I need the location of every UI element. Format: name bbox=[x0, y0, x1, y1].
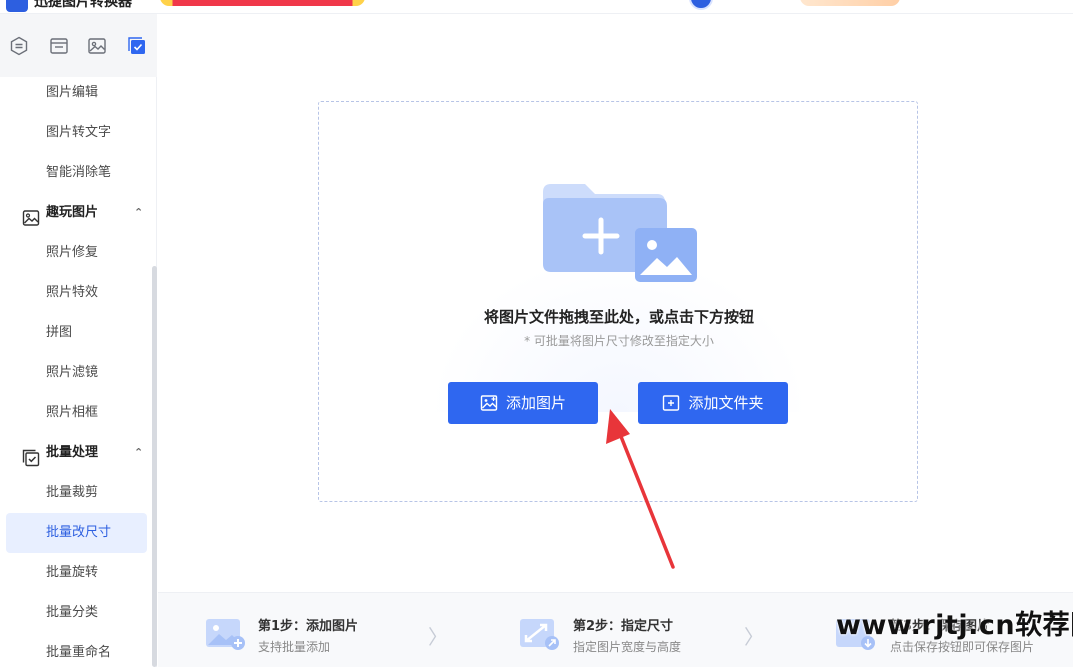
chevron-up-icon[interactable]: ⌃ bbox=[134, 433, 143, 473]
sidebar-item-image-edit[interactable]: 图片编辑 bbox=[6, 73, 147, 113]
sidebar-item-batch-rotate[interactable]: 批量旋转 bbox=[6, 553, 147, 593]
step-1-title: 第1步：添加图片 bbox=[258, 619, 359, 634]
chevron-right-icon: 〉 bbox=[428, 625, 448, 649]
step-set-size-icon bbox=[520, 619, 559, 650]
window-icon[interactable] bbox=[49, 36, 69, 56]
chevron-up-icon[interactable]: ⌃ bbox=[134, 193, 143, 233]
sidebar-item-image-to-text[interactable]: 图片转文字 bbox=[6, 113, 147, 153]
sidebar-item-smart-eraser[interactable]: 智能消除笔 bbox=[6, 153, 147, 193]
main-area: 将图片文件拖拽至此处，或点击下方按钮 * 可批量将图片尺寸修改至指定大小 添加图… bbox=[158, 14, 1073, 667]
step-2-desc: 指定图片宽度与高度 bbox=[573, 640, 682, 654]
sidebar-item-batch-crop[interactable]: 批量裁剪 bbox=[6, 473, 147, 513]
chevron-right-icon: 〉 bbox=[744, 625, 764, 649]
folder-add-image-icon bbox=[543, 184, 697, 282]
convert-icon[interactable] bbox=[9, 36, 29, 56]
app-title: 迅捷图片转换器 bbox=[34, 0, 132, 10]
batch-process-icon bbox=[22, 444, 40, 467]
top-bar: 迅捷图片转换器 bbox=[0, 0, 1073, 14]
annotation-arrow bbox=[606, 409, 675, 569]
step-add-image-icon bbox=[206, 619, 245, 650]
sidebar: 图片编辑 图片转文字 智能消除笔 趣玩图片 ⌃ 照片修复 照片特效 拼图 照片滤… bbox=[0, 14, 157, 667]
add-folder-label: 添加文件夹 bbox=[688, 394, 764, 412]
image-icon[interactable] bbox=[87, 36, 107, 56]
batch-active-icon[interactable] bbox=[127, 36, 147, 56]
fun-images-icon bbox=[22, 204, 40, 226]
sidebar-tool-row bbox=[0, 14, 157, 77]
sidebar-group-fun-images[interactable]: 趣玩图片 ⌃ bbox=[6, 193, 147, 233]
sidebar-item-photo-frame[interactable]: 照片相框 bbox=[6, 393, 147, 433]
promo-banner[interactable] bbox=[160, 0, 365, 6]
site-watermark: www.rjtj.cn软荐网 bbox=[836, 610, 1073, 641]
sidebar-item-photo-effects[interactable]: 照片特效 bbox=[6, 273, 147, 313]
sidebar-item-collage[interactable]: 拼图 bbox=[6, 313, 147, 353]
sidebar-scrollbar[interactable] bbox=[152, 266, 157, 667]
sidebar-item-photo-filter[interactable]: 照片滤镜 bbox=[6, 353, 147, 393]
sidebar-item-batch-rename[interactable]: 批量重命名 bbox=[6, 633, 147, 667]
user-avatar[interactable] bbox=[689, 0, 713, 10]
step-2-title: 第2步：指定尺寸 bbox=[573, 619, 674, 634]
sidebar-group-batch[interactable]: 批量处理 ⌃ bbox=[6, 433, 147, 473]
step-1-desc: 支持批量添加 bbox=[258, 640, 331, 654]
add-image-label: 添加图片 bbox=[505, 394, 566, 412]
sidebar-item-batch-resize[interactable]: 批量改尺寸 bbox=[6, 513, 147, 553]
sidebar-item-photo-repair[interactable]: 照片修复 bbox=[6, 233, 147, 273]
add-image-icon bbox=[480, 395, 498, 411]
sidebar-group-label: 批量处理 bbox=[46, 445, 99, 460]
drop-zone-title: 将图片文件拖拽至此处，或点击下方按钮 bbox=[483, 308, 754, 326]
sidebar-group-label: 趣玩图片 bbox=[46, 205, 99, 220]
sidebar-item-batch-classify[interactable]: 批量分类 bbox=[6, 593, 147, 633]
vip-button[interactable] bbox=[800, 0, 900, 6]
app-logo-icon bbox=[6, 0, 28, 12]
drop-zone-subtitle: * 可批量将图片尺寸修改至指定大小 bbox=[524, 334, 714, 348]
add-image-button[interactable]: 添加图片 bbox=[448, 382, 598, 424]
